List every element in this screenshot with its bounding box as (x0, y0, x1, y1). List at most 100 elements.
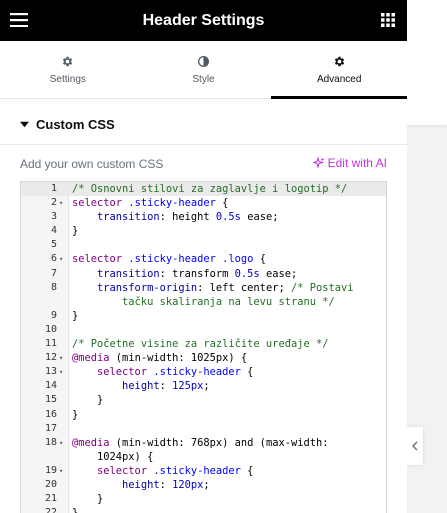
code-text: } (72, 224, 382, 238)
line-number: 4 (50, 225, 57, 237)
code-text: } (72, 506, 382, 513)
code-token: { (240, 366, 254, 379)
code-token: @media (72, 436, 110, 449)
code-line[interactable]: 8 transform-origin: left center; /* Post… (21, 281, 386, 295)
caret-down-icon (20, 121, 29, 128)
line-number: 15 (44, 394, 57, 406)
code-text: /* Osnovni stilovi za zaglavlje i logoti… (72, 182, 382, 197)
tab-advanced[interactable]: Advanced (271, 41, 407, 99)
tab-settings[interactable]: Settings (0, 41, 136, 98)
code-line[interactable]: 7 transition: transform 0.5s ease; (21, 267, 386, 281)
line-number: 5 (50, 239, 57, 251)
code-line[interactable]: tačku skaliranja na levu stranu */ (21, 295, 386, 309)
half-circle-icon (197, 55, 210, 68)
code-line[interactable]: 22} (21, 506, 386, 513)
code-text: transition: transform 0.5s ease; (72, 267, 382, 281)
code-line[interactable]: 1024px) { (21, 450, 386, 464)
code-token: } (72, 309, 79, 322)
tab-settings-label: Settings (49, 74, 86, 85)
code-line[interactable]: 12 ▾ @media (min-width: 1025px) { (21, 351, 386, 365)
apps-grid-icon[interactable] (381, 13, 395, 27)
code-token: .sticky-header .logo (128, 253, 254, 266)
fold-caret-icon[interactable]: ▾ (59, 252, 67, 266)
edit-with-ai-button[interactable]: Edit with AI (312, 156, 387, 170)
line-number: 1 (50, 183, 57, 194)
code-line[interactable]: 5 (21, 238, 386, 252)
line-number: 20 (44, 478, 57, 490)
code-line[interactable]: 13 ▾ selector .sticky-header { (21, 365, 386, 379)
line-number: 14 (44, 380, 57, 392)
code-line[interactable]: 9} (21, 309, 386, 323)
code-line[interactable]: 10 (21, 323, 386, 337)
code-token: /* Početne visine za različite uređaje *… (72, 338, 329, 351)
code-line[interactable]: 18 ▾ @media (min-width: 768px) and (max-wi… (21, 436, 386, 450)
line-number: 10 (44, 323, 57, 335)
line-number: 7 (50, 267, 57, 279)
code-token: } (72, 507, 78, 513)
code-line[interactable]: 4} (21, 224, 386, 238)
code-token: { (240, 464, 254, 477)
line-number: 12 (44, 352, 57, 364)
gear-icon (334, 56, 344, 67)
line-number: 11 (44, 338, 57, 350)
line-number: 19 (44, 464, 57, 476)
section-title: Custom CSS (36, 117, 115, 132)
line-number: 18 (44, 436, 57, 448)
code-line[interactable]: 19 ▾ selector .sticky-header { (21, 464, 386, 478)
code-token: (min-width: (109, 352, 191, 365)
gear-icon (63, 56, 73, 67)
code-text: } (72, 393, 382, 407)
tab-style-label: Style (192, 74, 215, 85)
code-token: : (159, 380, 173, 393)
code-text: height: 125px; (72, 379, 382, 393)
code-line[interactable]: 14 height: 125px; (21, 379, 386, 393)
fold-caret-icon[interactable]: ▾ (59, 436, 67, 450)
code-token: 1024px) { (72, 450, 154, 463)
code-line[interactable]: 21 } (21, 492, 386, 506)
code-token: : transform (159, 267, 235, 280)
fold-caret-icon[interactable]: ▾ (59, 464, 67, 478)
fold-caret-icon[interactable]: ▾ (59, 196, 67, 210)
code-token: selector (72, 253, 129, 266)
code-line[interactable]: 1 /* Osnovni stilovi za zaglavlje i logot… (21, 182, 386, 197)
code-token: : height (159, 211, 216, 224)
code-line[interactable]: 11 /* Početne visine za različite uređaje… (21, 337, 386, 351)
code-line[interactable]: 15 } (21, 393, 386, 407)
panel-tabs: Settings Style Advanced (0, 41, 407, 99)
code-line[interactable]: 2 ▾ selector .sticky-header { (21, 196, 386, 210)
code-text: /* Početne visine za različite uređaje *… (72, 337, 382, 351)
code-token: } (72, 493, 104, 506)
app-root: Header Settings Settings Style Advanced (0, 0, 447, 513)
code-line[interactable]: 20 height: 120px; (21, 478, 386, 492)
code-token: : left center; (197, 281, 291, 294)
code-token: } (72, 394, 104, 407)
code-token: transition (72, 267, 160, 280)
collapse-panel-button[interactable] (407, 427, 423, 465)
panel-header: Header Settings (0, 0, 407, 41)
fold-caret-icon[interactable]: ▾ (59, 351, 67, 365)
custom-css-section-toggle[interactable]: Custom CSS (20, 117, 115, 132)
code-line[interactable]: 6 ▾ selector .sticky-header .logo { (21, 252, 386, 266)
code-line[interactable]: 17 (21, 422, 386, 436)
code-line[interactable]: 16} (21, 408, 386, 422)
code-token: tačku skaliranja na levu stranu */ (72, 295, 335, 308)
code-token: : (159, 478, 173, 491)
tab-style[interactable]: Style (136, 41, 272, 98)
code-text: } (72, 309, 382, 323)
code-line[interactable]: 3 transition: height 0.5s ease; (21, 210, 386, 224)
code-token: @media (72, 352, 110, 365)
line-number: 13 (44, 366, 57, 378)
settings-panel: Header Settings Settings Style Advanced (0, 0, 407, 513)
css-code-editor[interactable]: 1 /* Osnovni stilovi za zaglavlje i logot… (20, 181, 387, 513)
code-text: transform-origin: left center; /* Postav… (72, 281, 382, 295)
fold-caret-icon[interactable]: ▾ (59, 365, 67, 379)
code-text: selector .sticky-header { (72, 365, 382, 379)
code-text: selector .sticky-header { (72, 464, 382, 478)
preview-header-block[interactable] (407, 0, 447, 125)
hamburger-menu-icon[interactable] (10, 13, 30, 27)
code-text: @media (min-width: 1025px) { (72, 351, 382, 365)
section-divider (0, 144, 407, 145)
editor-lines: 1 /* Osnovni stilovi za zaglavlje i logot… (21, 182, 386, 513)
line-number: 17 (44, 422, 57, 434)
line-number: 9 (50, 309, 57, 321)
